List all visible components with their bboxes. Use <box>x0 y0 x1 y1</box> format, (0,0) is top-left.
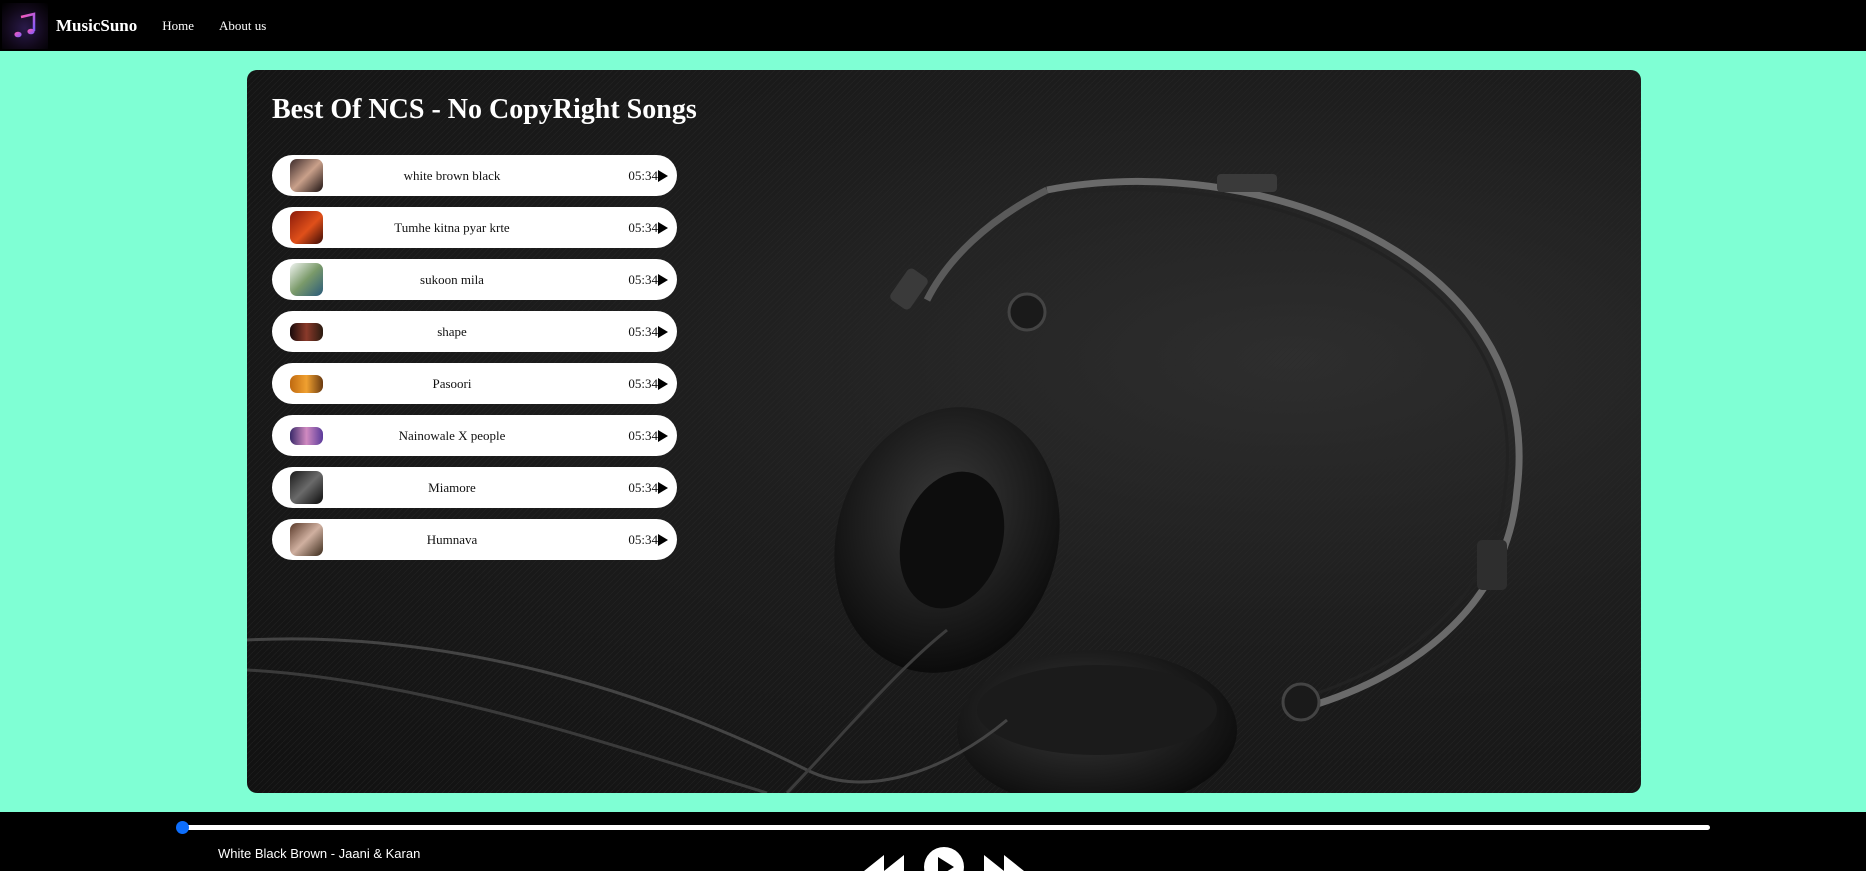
nav-home-link[interactable]: Home <box>162 18 194 34</box>
play-icon[interactable] <box>658 169 668 182</box>
song-name: white brown black <box>403 167 501 183</box>
song-duration: 05:34 <box>628 375 658 391</box>
next-icon[interactable] <box>982 853 1026 871</box>
song-item[interactable]: Humnava 05:34 <box>272 519 677 560</box>
playlist-title: Best Of NCS - No CopyRight Songs <box>272 94 697 125</box>
bottom-player: White Black Brown - Jaani & Karan <box>0 812 1866 871</box>
play-pause-icon[interactable] <box>923 846 965 871</box>
song-item[interactable]: Nainowale X people 05:34 <box>272 415 677 456</box>
previous-icon[interactable] <box>862 853 906 871</box>
song-item[interactable]: shape 05:34 <box>272 311 677 352</box>
now-playing-title: White Black Brown - Jaani & Karan <box>218 846 421 861</box>
song-name: shape <box>437 323 467 339</box>
nav-about-link[interactable]: About us <box>219 18 266 34</box>
song-name: Humnava <box>426 531 478 547</box>
brand-name[interactable]: MusicSuno <box>56 16 137 36</box>
song-item[interactable]: Miamore 05:34 <box>272 467 677 508</box>
progress-bar[interactable] <box>176 821 1710 834</box>
song-name: sukoon mila <box>420 271 484 287</box>
song-item[interactable]: sukoon mila 05:34 <box>272 259 677 300</box>
playlist-card: Best Of NCS - No CopyRight Songs white b… <box>247 70 1641 793</box>
song-item[interactable]: white brown black 05:34 <box>272 155 677 196</box>
song-item[interactable]: Tumhe kitna pyar krte 05:34 <box>272 207 677 248</box>
play-icon[interactable] <box>658 221 668 234</box>
song-name: Nainowale X people <box>398 427 506 443</box>
play-icon[interactable] <box>658 377 668 390</box>
song-duration: 05:34 <box>628 167 658 183</box>
play-icon[interactable] <box>658 325 668 338</box>
song-duration: 05:34 <box>628 219 658 235</box>
song-name: Tumhe kitna pyar krte <box>394 219 510 235</box>
play-icon[interactable] <box>658 533 668 546</box>
song-duration: 05:34 <box>628 427 658 443</box>
play-icon[interactable] <box>658 481 668 494</box>
song-duration: 05:34 <box>628 323 658 339</box>
progress-handle[interactable] <box>176 821 189 834</box>
navbar: MusicSuno Home About us <box>0 0 1866 51</box>
music-note-icon[interactable] <box>2 2 48 49</box>
play-icon[interactable] <box>658 429 668 442</box>
song-item[interactable]: Pasoori 05:34 <box>272 363 677 404</box>
song-duration: 05:34 <box>628 271 658 287</box>
song-name: Miamore <box>428 479 476 495</box>
song-list: white brown black 05:34 Tumhe kitna pyar… <box>272 155 677 571</box>
song-duration: 05:34 <box>628 479 658 495</box>
play-icon[interactable] <box>658 273 668 286</box>
player-controls <box>860 846 1030 871</box>
song-duration: 05:34 <box>628 531 658 547</box>
song-name: Pasoori <box>432 375 472 391</box>
